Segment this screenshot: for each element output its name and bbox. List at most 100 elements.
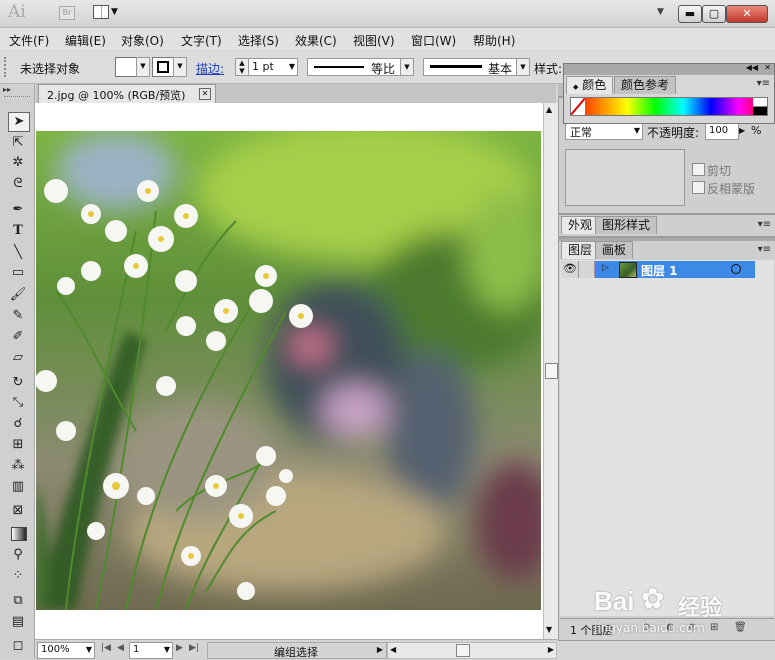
stroke-dropdown-arrow[interactable]: ▼ (173, 57, 187, 77)
menu-window[interactable]: 窗口(W) (411, 32, 456, 49)
menu-effect[interactable]: 效果(C) (295, 32, 337, 49)
direct-selection-icon[interactable]: ⇱ (8, 134, 28, 152)
panel-menu-icon[interactable]: ▾≡ (758, 244, 771, 255)
artboard-number-field[interactable]: 1 ▼ (129, 642, 173, 659)
menu-select[interactable]: 选择(S) (238, 32, 279, 49)
layer-name[interactable]: 图层 1 (641, 262, 678, 279)
white-black-swatch[interactable] (753, 98, 767, 115)
tab-color[interactable]: ◆ 颜色 (566, 76, 614, 94)
brush-dropdown-arrow[interactable]: ▼ (516, 58, 530, 76)
visibility-toggle[interactable]: 👁 (561, 261, 579, 278)
horizontal-scroll-thumb[interactable] (456, 644, 470, 657)
status-info[interactable]: 编组选择 ▶ (207, 642, 387, 659)
type-tool-icon[interactable]: T (8, 222, 28, 240)
expand-triangle-icon[interactable]: ▷ (602, 263, 609, 273)
graph-tool-icon[interactable]: ▥ (8, 478, 28, 496)
stroke-swatch[interactable] (152, 57, 174, 77)
scroll-thumb[interactable] (545, 363, 558, 379)
pencil-icon[interactable]: ✎ (8, 307, 28, 325)
tools-collapse-icon[interactable]: ▸▸ (3, 85, 11, 94)
panel-menu-icon[interactable]: ▾≡ (757, 78, 770, 89)
document-tab[interactable]: 2.jpg @ 100% (RGB/预览) ✕ (38, 84, 216, 104)
rotate-icon[interactable]: ↻ (8, 374, 28, 392)
prev-artboard-icon[interactable]: ◀ (117, 643, 124, 653)
close-button[interactable]: ✕ (726, 5, 768, 23)
tools-grip[interactable] (4, 96, 30, 101)
menu-edit[interactable]: 编辑(E) (65, 32, 106, 49)
menu-view[interactable]: 视图(V) (353, 32, 395, 49)
next-artboard-icon[interactable]: ▶ (176, 643, 183, 653)
brush-definition[interactable]: 基本 (423, 58, 517, 76)
blend-icon[interactable]: ⁘ (8, 567, 28, 585)
maximize-button[interactable]: ▢ (702, 5, 726, 23)
profile-dropdown-arrow[interactable]: ▼ (400, 58, 414, 76)
stroke-link[interactable]: 描边: (196, 60, 224, 77)
placed-photo[interactable] (36, 131, 541, 610)
selection-tool-icon[interactable]: ➤ (8, 112, 30, 132)
none-swatch-icon[interactable] (570, 97, 586, 116)
tab-artboards[interactable]: 画板 (595, 241, 634, 259)
horizontal-scrollbar[interactable]: ◀ ▶ (387, 642, 557, 659)
tab-color-guide[interactable]: 颜色参考 (614, 76, 677, 94)
fill-dropdown-arrow[interactable]: ▼ (136, 57, 150, 77)
stroke-weight-field[interactable]: 1 pt ▼ (248, 58, 298, 76)
close-tab-icon[interactable]: ✕ (199, 88, 211, 100)
arrange-documents-button[interactable]: ▼ (93, 5, 121, 20)
pen-tool-icon[interactable]: ✒ (8, 201, 28, 219)
menu-object[interactable]: 对象(O) (121, 32, 164, 49)
artboard-icon[interactable]: ⧉ (8, 592, 28, 610)
rectangle-tool-icon[interactable]: ▭ (8, 264, 28, 282)
scroll-right-arrow-icon[interactable]: ▶ (548, 645, 554, 654)
first-artboard-icon[interactable]: |◀ (101, 643, 111, 653)
tab-graphic-styles[interactable]: 图形样式 (595, 216, 658, 234)
opacity-field[interactable]: 100 (705, 123, 739, 140)
menu-help[interactable]: 帮助(H) (473, 32, 515, 49)
clip-checkbox[interactable] (692, 163, 705, 176)
zoom-field[interactable]: 100% ▼ (37, 642, 95, 659)
menu-type[interactable]: 文字(T) (181, 32, 222, 49)
layer-row[interactable]: 👁 ▷ 图层 1 (561, 261, 755, 278)
status-menu-arrow-icon[interactable]: ▶ (377, 645, 383, 654)
vertical-scrollbar[interactable]: ▲ ▼ (543, 103, 558, 639)
eyedropper-icon[interactable]: ⚲ (8, 546, 28, 564)
bridge-button[interactable]: Br (59, 6, 75, 20)
workspace-menu-chevron-icon[interactable]: ▼ (657, 7, 664, 17)
collapse-icon[interactable]: ◀◀ (746, 63, 758, 72)
opacity-label: 不透明度: (647, 126, 700, 140)
warp-icon[interactable]: ☌ (8, 415, 28, 433)
invert-mask-checkbox[interactable] (692, 181, 705, 194)
tab-appearance[interactable]: 外观 (561, 216, 600, 234)
menu-file[interactable]: 文件(F) (9, 32, 49, 49)
grip-handle[interactable] (4, 57, 10, 77)
close-panel-icon[interactable]: ✕ (764, 63, 771, 72)
blend-mode-select[interactable]: 正常 ▼ (565, 123, 643, 140)
lock-toggle[interactable] (579, 261, 595, 278)
tab-layers[interactable]: 图层 (561, 241, 600, 259)
stroke-weight-stepper[interactable]: ▲ ▼ (235, 58, 249, 76)
menu-bar: 文件(F) 编辑(E) 对象(O) 文字(T) 选择(S) 效果(C) 视图(V… (0, 28, 775, 50)
scroll-left-arrow-icon[interactable]: ◀ (390, 645, 396, 654)
lasso-icon[interactable]: ᘓ (8, 175, 28, 193)
color-spectrum[interactable] (570, 97, 768, 116)
blob-brush-icon[interactable]: ✐ (8, 328, 28, 346)
scroll-up-arrow-icon[interactable]: ▲ (546, 105, 552, 114)
panel-menu-icon[interactable]: ▾≡ (758, 219, 771, 230)
target-circle-icon[interactable] (731, 264, 741, 274)
line-tool-icon[interactable]: ╲ (8, 244, 28, 262)
free-transform-icon[interactable]: ⊞ (8, 436, 28, 454)
eraser-icon[interactable]: ▱ (8, 349, 28, 367)
fill-swatch[interactable] (115, 57, 137, 77)
last-artboard-icon[interactable]: ▶| (189, 643, 199, 653)
magic-wand-icon[interactable]: ✲ (8, 154, 28, 172)
paintbrush-icon[interactable]: 🖌 (8, 286, 28, 304)
symbol-sprayer-icon[interactable]: ⁂ (8, 457, 28, 475)
scroll-down-arrow-icon[interactable]: ▼ (546, 625, 552, 634)
gradient-icon[interactable] (8, 524, 28, 542)
variable-width-profile[interactable]: 等比 (307, 58, 401, 76)
scale-icon[interactable]: ⤡ (8, 394, 28, 412)
slice-icon[interactable]: ▤ (8, 613, 28, 631)
screen-mode-icon[interactable]: ◻ (8, 637, 28, 655)
mesh-icon[interactable]: ⊠ (8, 502, 28, 520)
opacity-slider-arrow-icon[interactable]: ▶ (739, 126, 745, 135)
minimize-button[interactable]: ▬ (678, 5, 702, 23)
